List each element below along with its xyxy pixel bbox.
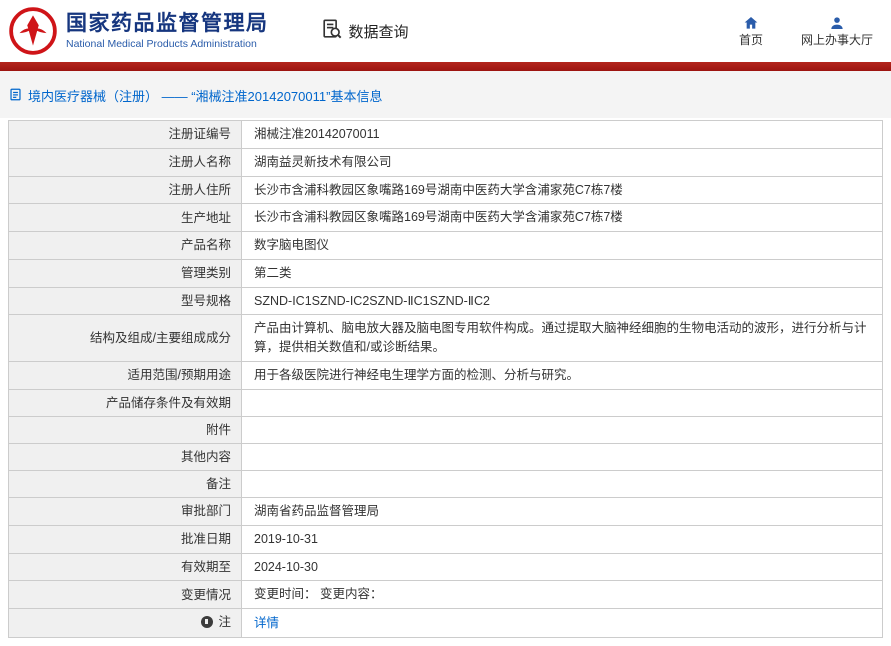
row-value: 湖南益灵新技术有限公司 — [241, 147, 883, 177]
note-label-text: 注 — [218, 615, 231, 629]
data-query[interactable]: 数据查询 — [321, 18, 409, 44]
nav-service-hall[interactable]: 网上办事大厅 — [801, 14, 873, 48]
row-value: 2019-10-31 — [241, 524, 883, 554]
row-value — [241, 442, 883, 471]
page: 国家药品监督管理局 National Medical Products Admi… — [0, 0, 891, 639]
row-value: 2024-10-30 — [241, 552, 883, 582]
table-row: 附件 — [8, 415, 883, 444]
row-value: 产品由计算机、脑电放大器及脑电图专用软件构成。通过提取大脑神经细胞的生物电活动的… — [241, 314, 883, 362]
row-label: 注册证编号 — [8, 120, 242, 149]
row-value: SZND-IC1SZND-IC2SZND-ⅡC1SZND-ⅡC2 — [241, 286, 883, 316]
table-row: 有效期至 2024-10-30 — [8, 552, 883, 582]
red-divider-bar — [0, 62, 891, 71]
table-row: 注册人住所 长沙市含浦科教园区象嘴路169号湖南中医药大学含浦家苑C7栋7楼 — [8, 175, 883, 205]
document-search-icon — [321, 18, 343, 44]
row-label: 其他内容 — [8, 442, 242, 471]
row-value: 数字脑电图仪 — [241, 231, 883, 260]
table-row: 备注 — [8, 469, 883, 499]
table-row: 产品名称 数字脑电图仪 — [8, 231, 883, 260]
row-label: 审批部门 — [8, 497, 242, 526]
nav-service-hall-label: 网上办事大厅 — [800, 33, 873, 47]
detail-link[interactable]: 详情 — [254, 616, 279, 630]
table-row: 产品储存条件及有效期 — [8, 388, 883, 417]
row-label: 变更情况 — [8, 580, 242, 609]
row-label: 注 — [8, 607, 242, 639]
table-row: 结构及组成/主要组成成分 产品由计算机、脑电放大器及脑电图专用软件构成。通过提取大… — [8, 314, 883, 362]
row-value — [241, 388, 883, 417]
top-nav: 首页 网上办事大厅 — [733, 14, 873, 48]
row-value: 湘械注准20142070011 — [241, 120, 883, 149]
row-label: 型号规格 — [8, 286, 242, 316]
breadcrumb: 境内医疗器械（注册） —— “湘械注准20142070011”基本信息 — [9, 86, 881, 105]
nmpa-logo-icon — [8, 6, 58, 56]
nav-home-label: 首页 — [738, 33, 763, 47]
brand[interactable]: 国家药品监督管理局 National Medical Products Admi… — [8, 6, 269, 56]
row-label: 生产地址 — [8, 203, 242, 232]
row-label: 结构及组成/主要组成成分 — [8, 314, 242, 362]
table-row: 变更情况 变更时间： 变更内容： — [8, 580, 883, 609]
row-label: 附件 — [8, 415, 242, 444]
table-row: 生产地址 长沙市含浦科教园区象嘴路169号湖南中医药大学含浦家苑C7栋7楼 — [8, 203, 883, 232]
row-label: 产品名称 — [8, 231, 242, 260]
breadcrumb-text: 境内医疗器械（注册） —— “湘械注准20142070011”基本信息 — [28, 89, 383, 104]
table-row: 其他内容 — [8, 442, 883, 471]
nav-home[interactable]: 首页 — [733, 14, 769, 48]
breadcrumb-strip: 境内医疗器械（注册） —— “湘械注准20142070011”基本信息 — [0, 71, 891, 118]
note-icon — [201, 616, 214, 629]
row-label: 适用范围/预期用途 — [8, 360, 242, 390]
home-icon — [743, 14, 759, 31]
table-row: 适用范围/预期用途 用于各级医院进行神经电生理学方面的检测、分析与研究。 — [8, 360, 883, 390]
org-name-cn: 国家药品监督管理局 — [66, 11, 269, 35]
site-header: 国家药品监督管理局 National Medical Products Admi… — [0, 0, 891, 62]
row-label: 批准日期 — [8, 524, 242, 554]
row-label: 注册人名称 — [8, 147, 242, 177]
row-value — [241, 469, 883, 499]
brand-text: 国家药品监督管理局 National Medical Products Admi… — [66, 12, 269, 50]
row-label: 备注 — [8, 469, 242, 499]
data-query-label: 数据查询 — [348, 23, 409, 41]
person-icon — [829, 14, 845, 31]
row-value: 变更时间： 变更内容： — [241, 580, 883, 609]
table-row: 注册人名称 湖南益灵新技术有限公司 — [8, 147, 883, 177]
row-label: 有效期至 — [8, 552, 242, 582]
table-row: 型号规格 SZND-IC1SZND-IC2SZND-ⅡC1SZND-ⅡC2 — [8, 286, 883, 316]
row-value: 长沙市含浦科教园区象嘴路169号湖南中医药大学含浦家苑C7栋7楼 — [241, 203, 883, 232]
table-row-note: 注 详情 — [8, 607, 883, 639]
row-value: 长沙市含浦科教园区象嘴路169号湖南中医药大学含浦家苑C7栋7楼 — [241, 175, 883, 205]
table-row: 审批部门 湖南省药品监督管理局 — [8, 497, 883, 526]
row-value: 第二类 — [241, 258, 883, 288]
table-row: 批准日期 2019-10-31 — [8, 524, 883, 554]
row-value — [241, 415, 883, 444]
table-row: 注册证编号 湘械注准20142070011 — [8, 120, 883, 149]
registration-info-table: 注册证编号 湘械注准20142070011 注册人名称 湖南益灵新技术有限公司 注册… — [8, 120, 883, 639]
table-row: 管理类别 第二类 — [8, 258, 883, 288]
row-label: 管理类别 — [8, 258, 242, 288]
row-value: 湖南省药品监督管理局 — [241, 497, 883, 526]
page-icon — [9, 88, 22, 104]
org-name-en: National Medical Products Administration — [66, 38, 257, 51]
row-label: 产品储存条件及有效期 — [8, 388, 242, 417]
row-value: 详情 — [241, 607, 883, 639]
row-label: 注册人住所 — [8, 175, 242, 205]
row-value: 用于各级医院进行神经电生理学方面的检测、分析与研究。 — [241, 360, 883, 390]
